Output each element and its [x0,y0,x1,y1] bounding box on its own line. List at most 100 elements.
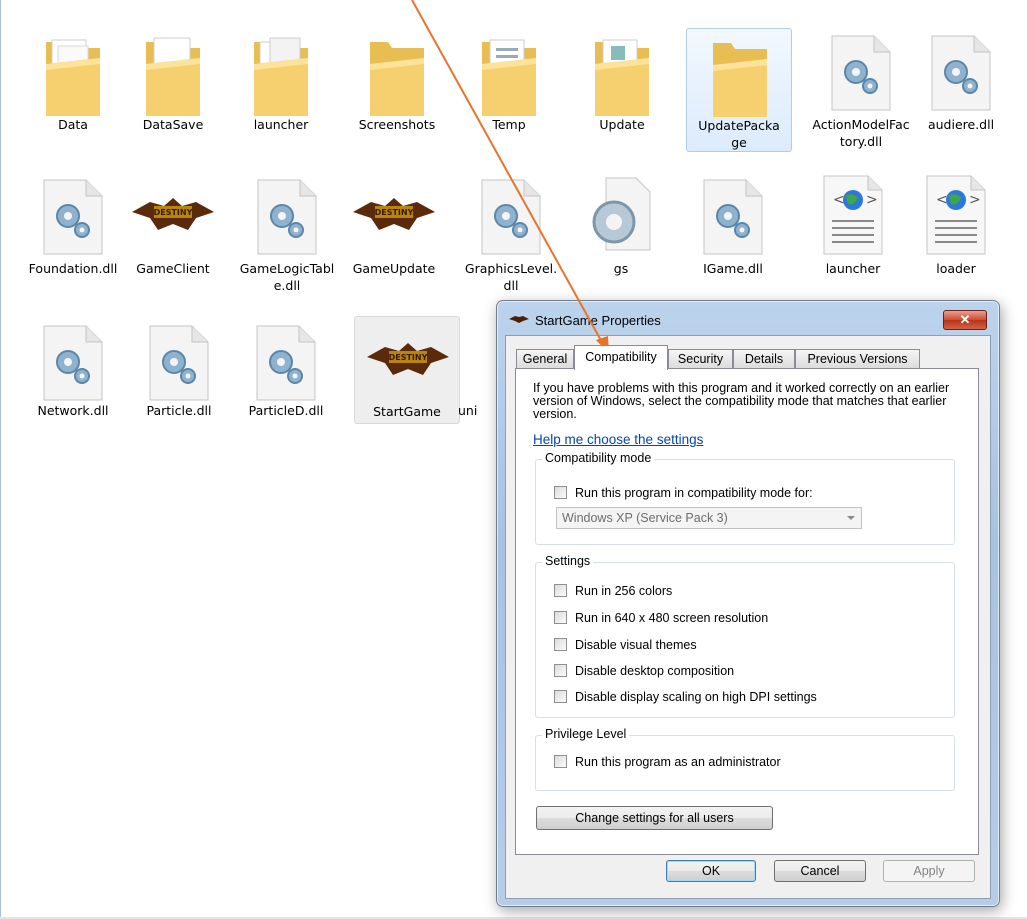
checkbox-label: Run in 640 x 480 screen resolution [575,611,769,625]
dialog-client-area: General Compatibility Security Details P… [505,335,991,899]
dll-icon [43,179,103,255]
folder-icon [370,42,424,116]
select-value: Windows XP (Service Pack 3) [562,511,728,525]
file-item[interactable]: ParticleD.dll [237,318,335,448]
checkbox[interactable] [554,690,567,703]
chevron-down-icon [847,516,855,520]
checkbox[interactable] [554,664,567,677]
svg-text:>: > [969,192,981,208]
file-item-selected[interactable]: UpdatePackage [686,28,792,152]
checkbox[interactable] [554,584,567,597]
tab-compatibility[interactable]: Compatibility [574,345,668,370]
svg-text:<: < [833,192,845,208]
help-link[interactable]: Help me choose the settings [533,432,703,447]
file-label: Data [58,117,88,132]
change-settings-all-users-button[interactable]: Change settings for all users [536,806,773,830]
file-item[interactable]: DESTINY GameUpdate [345,172,443,302]
file-label: GraphicsLevel.dll [464,261,558,293]
destiny-app-icon [509,316,529,323]
file-item[interactable]: gs [572,172,670,302]
apply-button[interactable]: Apply [883,860,975,882]
cancel-button[interactable]: Cancel [774,860,866,882]
file-item[interactable]: audiere.dll [912,28,1010,158]
file-label: GameLogicTable.dll [239,261,335,293]
file-item[interactable]: IGame.dll [684,172,782,302]
svg-text:<: < [936,192,948,208]
dll-icon [481,179,541,255]
window-left-border [0,0,1,919]
file-item[interactable]: ActionModelFactory.dll [812,28,910,158]
dll-icon [931,35,991,111]
file-item[interactable]: Update [573,28,671,158]
checkbox-label: Run in 256 colors [575,584,673,598]
svg-text:DESTINY: DESTINY [375,208,414,217]
os-version-select[interactable]: Windows XP (Service Pack 3) [556,507,862,529]
checkbox-label: Disable display scaling on high DPI sett… [575,690,817,704]
checkbox[interactable] [554,638,567,651]
file-item[interactable]: Temp [460,28,558,158]
file-label: uni [458,403,478,418]
file-label: gs [613,261,629,276]
checkbox[interactable] [554,611,567,624]
html-file-icon: < > [823,175,883,255]
file-item[interactable]: DESTINY GameClient [124,172,222,302]
dll-icon [149,325,209,401]
file-item[interactable]: GameLogicTable.dll [238,172,336,302]
file-item[interactable]: < > loader [907,172,1005,302]
checkbox-label: Run this program in compatibility mode f… [575,486,813,500]
file-item[interactable]: DataSave [124,28,222,158]
file-item[interactable]: Data [24,28,122,158]
file-label: DataSave [142,117,204,132]
file-label: Screenshots [358,117,436,132]
dialog-titlebar[interactable]: StartGame Properties ✕ [497,301,999,335]
compat-mode-checkbox[interactable] [554,486,567,499]
group-title: Compatibility mode [542,451,655,465]
file-label: launcher [253,117,309,132]
gear-file-icon [592,177,651,251]
privilege-level-group: Privilege Level Run this program as an a… [535,727,955,791]
dll-icon [703,179,763,255]
svg-text:DESTINY: DESTINY [154,208,193,217]
file-item[interactable]: Foundation.dll [24,172,122,302]
html-file-icon: < > [926,175,986,255]
checkbox-label: Disable desktop composition [575,664,735,678]
checkbox-label: Disable visual themes [575,638,697,652]
close-button[interactable]: ✕ [943,310,987,330]
file-label: Foundation.dll [28,261,118,276]
tab-general[interactable]: General [516,349,574,368]
run-as-admin-checkbox[interactable] [554,755,567,768]
file-item[interactable]: Network.dll [24,318,122,448]
tab-previous-versions[interactable]: Previous Versions [795,349,920,368]
file-label: Temp [492,117,526,132]
group-title: Privilege Level [542,727,630,741]
file-label: audiere.dll [927,117,995,132]
destiny-app-icon: DESTINY [367,343,449,375]
tab-details[interactable]: Details [733,349,795,368]
file-item[interactable]: launcher [232,28,330,158]
dll-icon [831,35,891,111]
dll-icon [257,179,317,255]
destiny-app-icon: DESTINY [132,198,214,230]
folder-icon [595,39,649,116]
file-label: ParticleD.dll [248,403,324,418]
file-label: launcher [825,261,881,276]
file-label: Update [599,117,645,132]
file-item[interactable]: GraphicsLevel.dll [462,172,560,302]
file-label: Particle.dll [146,403,212,418]
file-item-partial[interactable]: uni [455,318,495,448]
file-label: Network.dll [37,403,109,418]
file-label: StartGame [373,404,441,419]
file-item[interactable]: Screenshots [348,28,446,158]
dll-icon [43,325,103,401]
file-item[interactable]: < > launcher [804,172,902,302]
file-item-hovered[interactable]: DESTINY StartGame [354,316,460,424]
dll-icon [256,325,316,401]
ok-button[interactable]: OK [666,860,756,882]
folder-icon [146,37,200,116]
compatibility-mode-group: Compatibility mode Run this program in c… [535,451,955,545]
folder-icon [46,39,100,116]
file-label: UpdatePackage [698,118,780,150]
folder-icon [713,43,767,117]
tab-security[interactable]: Security [668,349,733,368]
file-item[interactable]: Particle.dll [130,318,228,448]
